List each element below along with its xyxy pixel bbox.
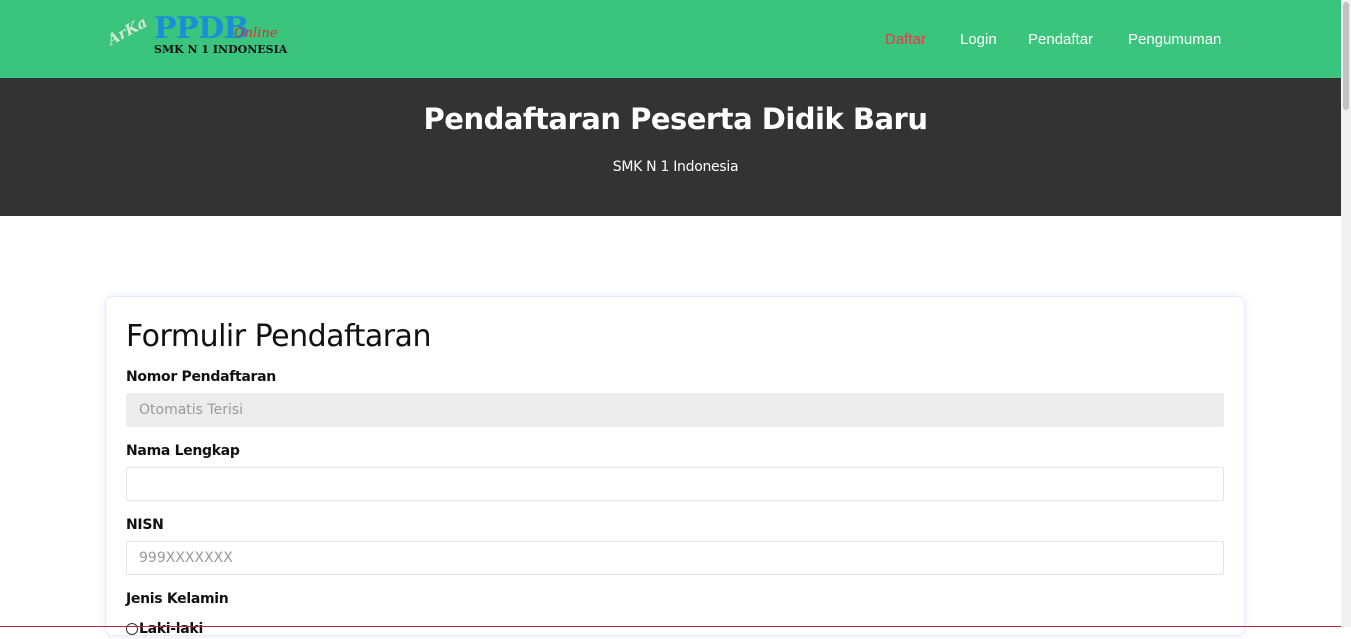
logo-online-text: Online xyxy=(234,26,278,41)
nav-link-pengumuman[interactable]: Pengumuman xyxy=(1128,31,1221,48)
scrollbar-thumb[interactable] xyxy=(1343,2,1349,110)
hero-subtitle: SMK N 1 Indonesia xyxy=(612,159,739,175)
hero-title: Pendaftaran Peserta Didik Baru xyxy=(423,102,928,136)
gender-radio-group: Laki-laki xyxy=(126,619,203,639)
nama-lengkap-label: Nama Lengkap xyxy=(126,443,240,459)
site-logo[interactable]: ArKa PPDB Online SMK N 1 INDONESIA xyxy=(104,12,306,62)
form-title: Formulir Pendaftaran xyxy=(126,319,431,354)
logo-school-text: SMK N 1 INDONESIA xyxy=(154,43,288,56)
gender-option-label: Laki-laki xyxy=(139,621,203,637)
jenis-kelamin-label: Jenis Kelamin xyxy=(126,591,229,607)
nisn-label: NISN xyxy=(126,517,164,533)
registration-form-card: Formulir Pendaftaran Nomor Pendaftaran N… xyxy=(105,296,1245,639)
nisn-input[interactable] xyxy=(126,541,1224,575)
nomor-pendaftaran-label: Nomor Pendaftaran xyxy=(126,369,276,385)
nav-link-login[interactable]: Login xyxy=(960,31,997,48)
nomor-pendaftaran-input xyxy=(126,393,1224,427)
nav-link-daftar[interactable]: Daftar xyxy=(885,31,926,48)
hero-banner: Pendaftaran Peserta Didik Baru SMK N 1 I… xyxy=(0,78,1341,216)
nama-lengkap-input[interactable] xyxy=(126,467,1224,501)
logo-arka-text: ArKa xyxy=(104,13,151,49)
gender-radio-laki-laki[interactable] xyxy=(126,623,138,635)
top-navbar: ArKa PPDB Online SMK N 1 INDONESIA Dafta… xyxy=(0,0,1341,78)
nav-link-pendaftar[interactable]: Pendaftar xyxy=(1028,31,1093,48)
